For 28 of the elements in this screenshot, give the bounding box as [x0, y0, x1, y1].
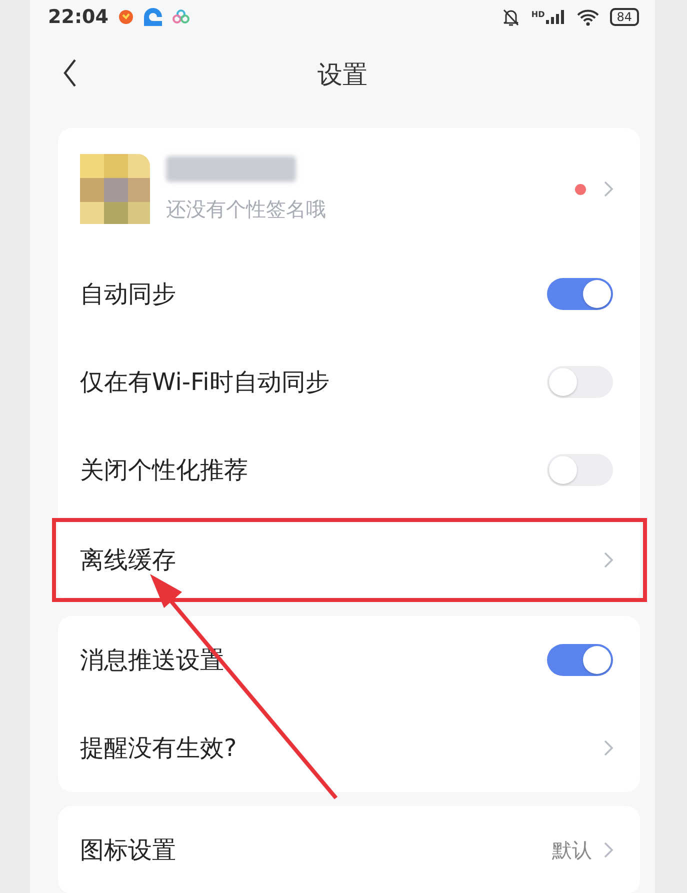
setting-label: 自动同步: [80, 279, 176, 310]
back-icon: [62, 58, 78, 88]
app-icon: [144, 8, 162, 26]
bell-muted-icon: [501, 7, 522, 27]
network-label: HD: [531, 10, 545, 19]
signature-text: 还没有个性签名哦: [166, 196, 327, 222]
battery-indicator: 84: [610, 8, 639, 26]
wifi-icon: [576, 8, 600, 26]
clock-time: 22:04: [48, 6, 108, 28]
setting-label: 仅在有Wi-Fi时自动同步: [80, 367, 330, 398]
back-button[interactable]: [62, 58, 78, 88]
page-title: 设置: [318, 58, 368, 90]
chevron-right-icon: [604, 181, 613, 197]
chevron-right-icon: [604, 740, 613, 756]
setting-label: 关闭个性化推荐: [80, 455, 248, 486]
app-icon: [118, 9, 134, 25]
signal-icon: [546, 10, 566, 24]
toggle-switch[interactable]: [547, 454, 613, 486]
app-icon: [172, 8, 190, 26]
setting-row[interactable]: 提醒没有生效?: [58, 704, 640, 792]
toggle-switch[interactable]: [547, 644, 613, 676]
chevron-right-icon: [604, 552, 613, 568]
toggle-switch[interactable]: [547, 278, 613, 310]
setting-value: 默认: [552, 836, 592, 864]
setting-row[interactable]: 图标设置 默认: [58, 806, 640, 893]
chevron-right-icon: [604, 842, 613, 858]
toggle-switch[interactable]: [547, 366, 613, 398]
setting-row[interactable]: 离线缓存: [56, 522, 643, 598]
